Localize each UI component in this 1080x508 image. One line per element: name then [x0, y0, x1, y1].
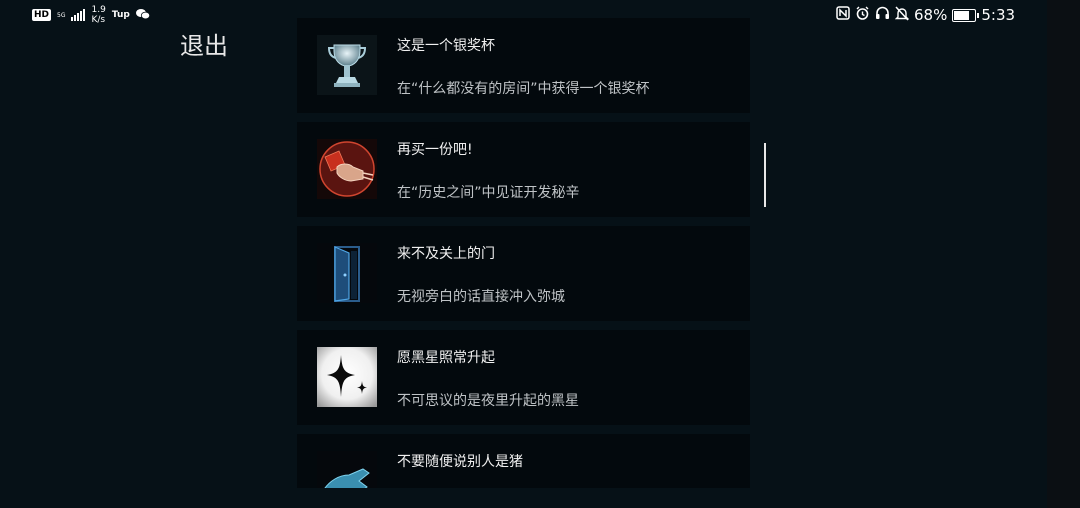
- status-bar-right: 68% 5:33: [836, 3, 1015, 27]
- achievement-item[interactable]: 来不及关上的门 无视旁白的话直接冲入弥城: [297, 226, 750, 321]
- network-speed: 1.9 K/s: [91, 5, 106, 25]
- open-door-icon: [317, 243, 377, 303]
- black-star-icon: [317, 347, 377, 407]
- right-edge-bar: [1047, 0, 1080, 508]
- headphones-icon: [875, 6, 890, 24]
- fist-with-money-icon: [317, 139, 377, 199]
- battery-percent: 68%: [914, 6, 948, 24]
- achievement-title: 再买一份吧!: [397, 142, 473, 158]
- blue-hand-icon: [317, 451, 377, 488]
- achievement-item[interactable]: 这是一个银奖杯 在“什么都没有的房间”中获得一个银奖杯: [297, 18, 750, 113]
- signal-icon: [71, 9, 86, 21]
- silent-bell-icon: [894, 5, 910, 25]
- achievement-title: 这是一个银奖杯: [397, 38, 495, 54]
- silver-trophy-icon: [317, 35, 377, 95]
- achievement-item[interactable]: 不要随便说别人是猪: [297, 434, 750, 488]
- achievement-description: 在“什么都没有的房间”中获得一个银奖杯: [397, 81, 650, 97]
- achievement-title: 愿黑星照常升起: [397, 350, 495, 366]
- hd-badge: HD: [32, 9, 52, 21]
- network-type: 5G: [57, 11, 66, 19]
- achievement-item[interactable]: 愿黑星照常升起 不可思议的是夜里升起的黑星: [297, 330, 750, 425]
- status-bar-left: HD 5G 1.9 K/s Tup: [32, 4, 150, 26]
- achievement-description: 无视旁白的话直接冲入弥城: [397, 289, 565, 305]
- achievement-title: 不要随便说别人是猪: [397, 454, 523, 470]
- achievement-description: 不可思议的是夜里升起的黑星: [397, 393, 579, 409]
- achievement-title: 来不及关上的门: [397, 246, 495, 262]
- wechat-icon: [135, 8, 150, 23]
- nfc-icon: [836, 6, 850, 24]
- scrollbar-thumb[interactable]: [764, 143, 766, 207]
- battery-icon: [952, 8, 980, 22]
- achievement-description: 在“历史之间”中见证开发秘辛: [397, 185, 580, 201]
- app-label: Tup: [111, 10, 130, 20]
- exit-button[interactable]: 退出: [180, 26, 228, 61]
- achievement-item[interactable]: 再买一份吧! 在“历史之间”中见证开发秘辛: [297, 122, 750, 217]
- achievement-list[interactable]: 这是一个银奖杯 在“什么都没有的房间”中获得一个银奖杯 再买一份吧! 在“历史之…: [297, 18, 750, 488]
- alarm-icon: [855, 6, 870, 25]
- clock: 5:33: [981, 6, 1016, 24]
